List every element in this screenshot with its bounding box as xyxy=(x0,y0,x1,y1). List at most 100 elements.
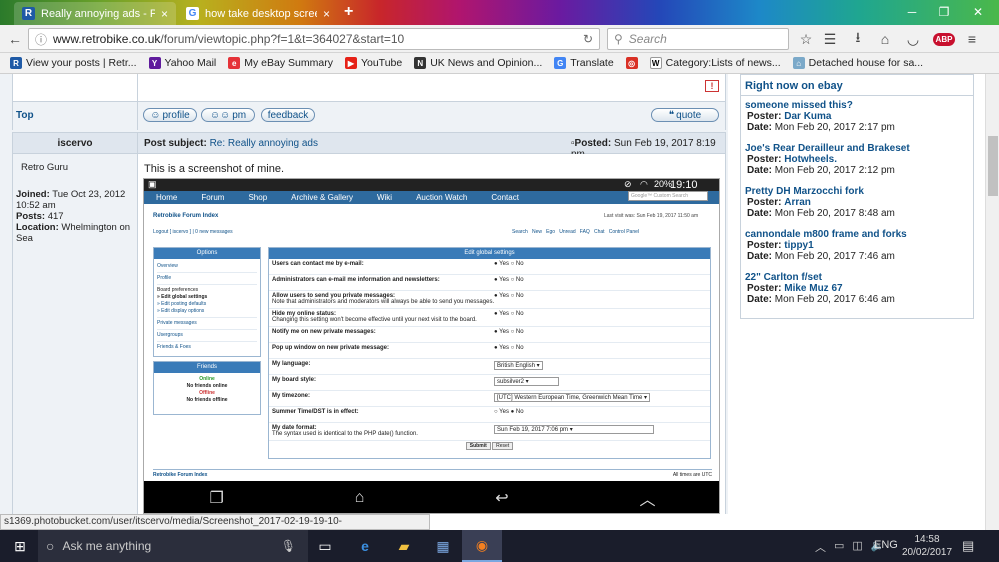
task-view-icon[interactable]: ▭ xyxy=(305,530,345,562)
firefox-icon[interactable]: ◉ xyxy=(462,530,502,562)
search-box[interactable]: ⚲ Search xyxy=(607,28,789,50)
back-icon[interactable]: ← xyxy=(5,29,25,49)
minimize-icon[interactable]: ─ xyxy=(898,3,926,21)
shot-nav-home: Home xyxy=(156,193,178,202)
bookmark-youtube[interactable]: ▶ YouTube xyxy=(339,57,408,69)
post-header: iscervo Post subject: Re: Really annoyin… xyxy=(12,132,726,160)
bookmark-circle[interactable]: ◎ xyxy=(620,57,644,69)
shot-nav-contact: Contact xyxy=(491,193,519,202)
feedback-button[interactable]: feedback xyxy=(261,108,315,122)
reading-list-icon[interactable]: ☰ xyxy=(820,29,840,49)
vertical-scrollbar[interactable] xyxy=(985,74,999,530)
cortana-placeholder: Ask me anything xyxy=(62,539,152,553)
bookmark-uk-news[interactable]: N UK News and Opinion... xyxy=(408,57,548,69)
gallery-icon: ▣ xyxy=(148,179,157,189)
bookmark-detached-house[interactable]: ⌂ Detached house for sa... xyxy=(787,57,929,69)
file-explorer-icon[interactable]: ▰ xyxy=(384,530,424,562)
shot-last-visit: Last visit was: Sun Feb 19, 2017 11:50 a… xyxy=(604,213,699,219)
quote-icon: ❝ xyxy=(668,109,675,121)
android-up-icon: ︿ xyxy=(639,492,656,509)
report-icon[interactable]: ! xyxy=(705,80,719,92)
house-icon: ⌂ xyxy=(792,57,805,69)
top-link[interactable]: Top xyxy=(16,110,34,121)
quote-button[interactable]: ❝ quote xyxy=(651,108,719,122)
shot-search: Google™ Custom Search xyxy=(628,191,708,201)
youtube-icon: ▶ xyxy=(344,57,357,69)
network-icon[interactable]: ◫ xyxy=(852,539,862,555)
google-favicon-icon: G xyxy=(186,7,199,20)
embedded-screenshot[interactable]: ▣ ⊘ ◠ 20% 19:10 Home Forum Shop Archive … xyxy=(143,178,720,514)
profile-icon: ☺ xyxy=(150,109,161,121)
adblock-icon[interactable]: ABP xyxy=(931,29,957,49)
title-bar: R Really annoying ads - Pag... × G how t… xyxy=(0,0,999,25)
shot-nav-wiki: Wiki xyxy=(376,193,393,202)
search-placeholder: Search xyxy=(628,32,667,46)
bookmark-wikipedia[interactable]: W Category:Lists of news... xyxy=(644,57,787,69)
microphone-icon[interactable]: 🎙 xyxy=(281,539,296,553)
language-indicator[interactable]: ENG xyxy=(874,539,898,551)
shot-friends: Friends Online No friends online Offline… xyxy=(153,361,261,415)
close-window-icon[interactable]: ✕ xyxy=(964,3,992,21)
pocket-icon[interactable]: ◡ xyxy=(903,29,923,49)
post-text: This is a screenshot of mine. xyxy=(144,163,285,175)
bookmark-retrobike[interactable]: R View your posts | Retr... xyxy=(4,57,143,69)
pm-button[interactable]: ☺☺ pm xyxy=(201,108,255,122)
bookmark-translate[interactable]: G Translate xyxy=(548,57,619,69)
ebay-item: someone missed this? Poster: Dar Kuma Da… xyxy=(745,100,895,133)
info-icon[interactable]: ⓘ xyxy=(35,31,47,48)
shot-nav-auction: Auction Watch xyxy=(416,193,468,202)
forum-thread: ! Top ☺ profile ☺☺ pm feedback ❝ quote isce… xyxy=(0,74,728,514)
bookmark-star-icon[interactable]: ☆ xyxy=(796,29,816,49)
ebay-item: Joe's Rear Derailleur and Brakeset Poste… xyxy=(745,143,910,176)
post-author[interactable]: iscervo xyxy=(13,138,137,149)
author-rank: Retro Guru xyxy=(21,162,68,173)
navigation-bar: ← ⓘ www.retrobike.co.uk/forum/viewtopic.… xyxy=(0,25,999,53)
download-icon[interactable]: ⭳ xyxy=(848,29,868,49)
retrobike-favicon-icon: R xyxy=(22,7,35,20)
android-clock: 19:10 xyxy=(670,179,698,191)
android-home-icon: ⌂ xyxy=(354,489,365,506)
close-icon[interactable]: × xyxy=(161,7,168,21)
url-bar[interactable]: ⓘ www.retrobike.co.uk/forum/viewtopic.ph… xyxy=(28,28,600,50)
wikipedia-icon: W xyxy=(649,57,662,69)
menu-icon[interactable]: ≡ xyxy=(962,29,982,49)
store-icon[interactable]: ▦ xyxy=(423,530,463,562)
scrollbar-thumb[interactable] xyxy=(988,136,998,196)
bookmark-ebay[interactable]: e My eBay Summary xyxy=(222,57,339,69)
recent-apps-icon: ❐ xyxy=(209,490,224,507)
yahoo-icon: Y xyxy=(148,57,161,69)
android-nav-bar: ❐ ⌂ ↩ ︿ xyxy=(144,481,719,513)
home-icon[interactable]: ⌂ xyxy=(875,29,895,49)
profile-button[interactable]: ☺ profile xyxy=(143,108,197,122)
new-tab-button[interactable]: + xyxy=(344,3,353,21)
battery-icon[interactable]: ▭ xyxy=(834,539,844,555)
close-icon[interactable]: × xyxy=(323,7,330,21)
pm-icon: ☺☺ xyxy=(209,109,231,121)
page-content: ! Top ☺ profile ☺☺ pm feedback ❝ quote isce… xyxy=(0,74,985,514)
shot-toolbar: Search New Ego Unread FAQ Chat Control P… xyxy=(512,229,640,235)
tab-title: Really annoying ads - Pag... xyxy=(41,7,155,20)
tray-chevron-icon[interactable]: ︿ xyxy=(815,539,826,555)
edge-icon[interactable]: e xyxy=(345,530,385,562)
restore-icon[interactable]: ❐ xyxy=(930,3,958,21)
prev-post-strip: ! xyxy=(12,74,726,102)
cortana-search[interactable]: ○ Ask me anything 🎙 xyxy=(38,530,308,562)
shot-footer: Retrobike Forum Index All times are UTC xyxy=(153,469,712,478)
ebay-heading: Right now on ebay xyxy=(745,80,843,92)
retrobike-icon: R xyxy=(10,57,22,69)
tab-really-annoying-ads[interactable]: R Really annoying ads - Pag... × xyxy=(14,2,176,25)
shot-reset: Reset xyxy=(492,442,514,450)
translate-icon: G xyxy=(554,57,567,69)
shot-submit: Submit xyxy=(465,442,491,450)
shot-settings: Edit global settings Users can contact m… xyxy=(268,247,711,459)
bookmark-yahoo-mail[interactable]: Y Yahoo Mail xyxy=(143,57,223,69)
search-icon: ⚲ xyxy=(614,32,623,46)
right-sidebar: Right now on ebay someone missed this? P… xyxy=(728,74,985,514)
tab-how-take-desktop[interactable]: G how take desktop screens... × xyxy=(178,2,338,25)
windows-start-icon[interactable]: ⊞ xyxy=(0,530,40,562)
android-back-icon: ↩ xyxy=(495,490,509,507)
clock[interactable]: 14:58 20/02/2017 xyxy=(902,533,952,559)
circle-grid-icon: ◎ xyxy=(625,57,638,69)
notifications-icon[interactable]: ▤ xyxy=(962,538,974,554)
reload-icon[interactable]: ↻ xyxy=(583,32,593,46)
